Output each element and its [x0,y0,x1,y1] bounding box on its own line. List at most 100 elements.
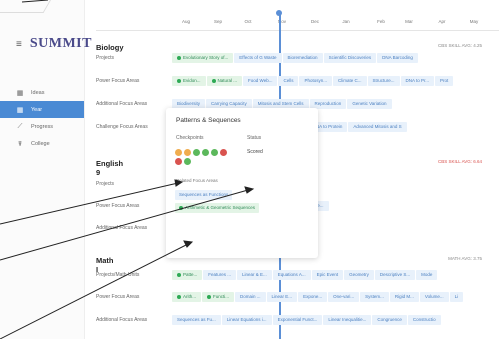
month-label: Aug [181,19,191,24]
focus-area-chip[interactable]: Evolutionary Story of... [172,53,234,63]
focus-area-chip[interactable]: Mode [416,270,438,280]
focus-area-chip[interactable]: Volume... [419,292,449,302]
checkpoint-dot[interactable] [175,158,182,165]
course-title[interactable]: English 9 [96,159,123,177]
chip-label: Food Web... [248,78,273,83]
month-label: Oct [244,19,252,24]
focus-area-chip[interactable]: Patte... [172,270,203,280]
focus-area-chip[interactable]: Sequences as Fu... [172,315,221,325]
focus-area-chip[interactable]: Congruence [372,315,407,325]
logo-row: ≡ SUMMIT [16,36,92,52]
focus-area-chip[interactable]: System... [360,292,389,302]
checkpoint-dot[interactable] [184,149,191,156]
chip-label: Linear E... [271,294,293,299]
focus-area-chip[interactable]: Geometry [344,270,374,280]
focus-area-chip[interactable]: Domain ... [235,292,266,302]
popover-title: Patterns & Sequences [176,117,241,124]
focus-area-chip[interactable]: Exponential Funct... [272,315,323,325]
status-dot-icon [207,294,212,299]
focus-area-chip[interactable]: Epic Event [311,270,344,280]
focus-area-chip[interactable]: Prot [435,76,454,86]
focus-area-chip[interactable]: One-vari... [328,292,360,302]
nav-icon: ▦ [16,89,24,97]
today-marker-dot[interactable] [276,10,282,16]
sidebar-item-label: Year [31,106,43,113]
focus-area-chip[interactable]: Constructio [407,315,441,325]
focus-area-chip[interactable]: Expone... [298,292,328,302]
focus-area-chip[interactable]: Linear Equations i... [221,315,272,325]
focus-area-chip[interactable]: Functi... [202,292,235,302]
row-label: Power Focus Areas [96,203,140,209]
sidebar-item-label: Progress [31,123,54,130]
focus-area-chip[interactable]: DNA to Pr... [400,76,435,86]
chip-row: Sequences as Fu... Linear Equations i... E… [172,315,441,325]
chip-label: Mode [421,272,433,277]
status-value: Scored [247,149,263,155]
focus-area-chip[interactable]: Structure... [367,76,400,86]
sidebar-item-ideas[interactable]: ▦ Ideas [0,84,84,101]
focus-area-chip[interactable]: Advanced Mitosis and S [348,122,407,132]
related-focus-area-chip[interactable]: Arithmetic & Geometric Sequences [175,203,260,213]
focus-area-chip[interactable]: Linear & E... [237,270,272,280]
chip-label: Carrying Capacity [211,101,247,106]
checkpoints-header: Checkpoints [176,135,204,141]
menu-icon[interactable]: ≡ [16,39,22,50]
chip-label: Genetic Variation [352,101,387,106]
checkpoint-dot[interactable] [202,149,209,156]
chip-label: DNA Barcoding [382,55,413,60]
month-label: May [469,19,479,24]
focus-area-chip[interactable]: Evidon... [172,76,206,86]
chip-label: Congruence [377,317,402,322]
status-dot-icon [179,205,183,210]
checkpoint-dot[interactable] [220,149,227,156]
focus-area-chip[interactable]: Natural ... [206,76,243,86]
focus-area-chip[interactable]: Rigid M... [389,292,419,302]
sidebar-item-year[interactable]: ▦ Year [0,101,84,118]
chip-label: Mitosis and Stem Cells [257,101,304,106]
focus-area-chip[interactable]: Equations A... [272,270,311,280]
related-focus-areas-header: Related Focus Areas [176,178,218,183]
row-label: Power Focus Areas [96,294,140,300]
chip-label: Cells [283,78,294,83]
course-average: CBS SKILL AVG: 6.64 [437,159,482,164]
chip-row: Patte... Features ... Linear & E... Equatio… [172,270,438,280]
chip-label: Linear Inequalitie... [328,317,367,322]
checkpoint-dot[interactable] [193,149,200,156]
focus-area-chip[interactable]: Effects of G Waste [234,53,282,63]
focus-area-chip[interactable]: Food Web... [243,76,278,86]
focus-area-chip[interactable]: Photosyn... [299,76,332,86]
focus-area-chip[interactable]: Cells [278,76,299,86]
course-title[interactable]: Biology [96,43,124,52]
checkpoint-dot[interactable] [211,149,218,156]
chip-label: Reproduction [314,101,342,106]
nav-icon: ☤ [17,140,23,148]
chip-label: Sequences as Functions [179,192,229,197]
focus-area-chip[interactable]: Linear E... [266,292,298,302]
focus-area-chip[interactable]: Li [449,292,464,302]
focus-area-chip[interactable]: Linear Inequalitie... [323,315,372,325]
focus-area-chip[interactable]: DNA Barcoding [377,53,418,63]
month-label: Feb [377,19,385,24]
related-focus-area-chip[interactable]: Sequences as Functions [175,190,233,200]
sidebar-item-college[interactable]: ☤ College [0,135,84,152]
checkpoint-dot[interactable] [184,158,191,165]
focus-area-chip[interactable]: Bioremediation [282,53,323,63]
chip-label: Bioremediation [287,55,318,60]
focus-area-chip[interactable]: Climate C... [333,76,367,86]
chip-label: System... [365,294,384,299]
sidebar-item-progress[interactable]: ⟋ Progress [0,118,84,135]
app-logo[interactable]: SUMMIT [30,36,92,52]
status-dot-icon [177,78,181,83]
focus-area-chip[interactable]: Arith... [172,292,202,302]
chip-label: Photosyn... [304,78,327,83]
focus-area-chip[interactable]: Descriptive S... [374,270,416,280]
focus-area-chip[interactable]: Features ... [203,270,237,280]
sidebar-nav: ▦ Ideas ▦ Year ⟋ Progress ☤ College [0,84,84,152]
row-label: Additional Focus Areas [96,317,148,323]
focus-area-chip[interactable]: Genetic Variation [347,99,392,109]
chip-row: Evolutionary Story of... Effects of G Was… [172,53,418,63]
month-label: Sep [213,19,223,24]
checkpoint-dot[interactable] [175,149,182,156]
focus-area-chip[interactable]: Scientific Discoveries [323,53,377,63]
chip-label: Equations A... [277,272,306,277]
